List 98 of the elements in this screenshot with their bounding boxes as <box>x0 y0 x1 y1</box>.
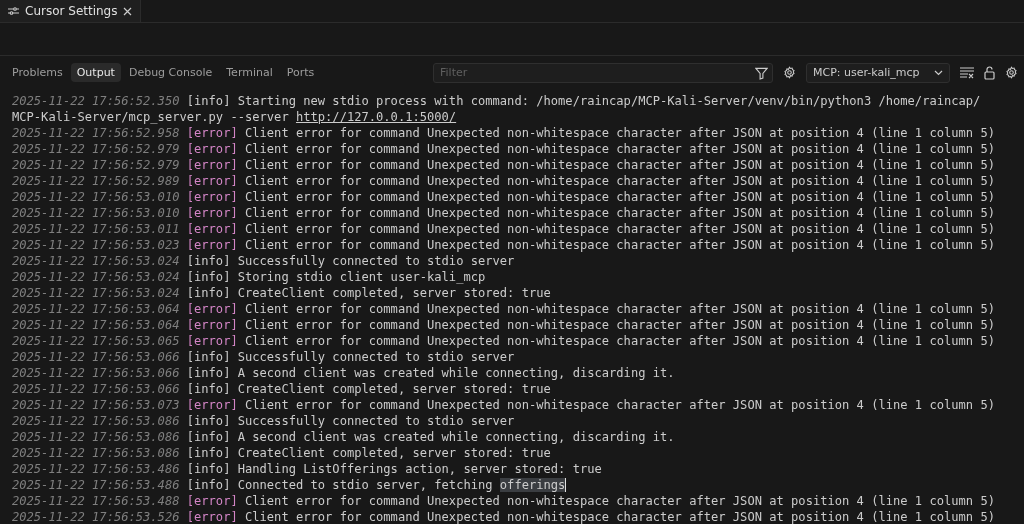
channel-dropdown[interactable]: MCP: user-kali_mcp <box>806 62 950 83</box>
log-message: Successfully connected to stdio server <box>237 414 515 428</box>
log-level: [error] <box>186 318 238 332</box>
log-level: [info] <box>186 286 231 300</box>
log-level: [error] <box>186 158 238 172</box>
log-level: [info] <box>186 270 231 284</box>
unlocked-icon[interactable] <box>984 65 995 80</box>
log-timestamp: 2025-11-22 17:56:53.488 <box>12 494 180 508</box>
selected-text: offerings <box>499 478 566 492</box>
filter-field[interactable]: Filter <box>433 62 773 83</box>
editor-tab[interactable]: Cursor Settings <box>0 0 142 22</box>
log-message: Storing stdio client user-kali_mcp <box>237 270 486 284</box>
log-timestamp: 2025-11-22 17:56:53.066 <box>12 382 180 396</box>
clear-output-icon[interactable] <box>960 66 974 79</box>
panel-tab[interactable]: Problems <box>6 63 69 82</box>
log-timestamp: 2025-11-22 17:56:53.086 <box>12 430 180 444</box>
log-message: Client error for command Unexpected non-whitespace character after JSON at position 4 (line 1 column 5) <box>245 302 995 316</box>
log-message: CreateClient completed, server stored: true <box>237 382 551 396</box>
log-level: [info] <box>186 382 231 396</box>
log-level: [error] <box>186 510 238 524</box>
settings-icon <box>8 6 19 16</box>
log-level: [error] <box>186 142 238 156</box>
log-message: Client error for command Unexpected non-whitespace character after JSON at position 4 (line 1 column 5) <box>245 334 995 348</box>
log-message: Successfully connected to stdio server <box>237 350 515 364</box>
log-level: [error] <box>186 334 238 348</box>
close-icon[interactable] <box>123 6 133 16</box>
log-timestamp: 2025-11-22 17:56:53.066 <box>12 366 180 380</box>
log-message: Client error for command Unexpected non-whitespace character after JSON at position 4 (line 1 column 5) <box>245 510 995 524</box>
chevron-down-icon <box>934 69 943 76</box>
log-timestamp: 2025-11-22 17:56:53.023 <box>12 238 180 252</box>
log-timestamp: 2025-11-22 17:56:53.486 <box>12 462 180 476</box>
log-timestamp: 2025-11-22 17:56:53.010 <box>12 206 180 220</box>
log-level: [error] <box>186 174 238 188</box>
log-timestamp: 2025-11-22 17:56:52.958 <box>12 126 180 140</box>
log-message: Client error for command Unexpected non-whitespace character after JSON at position 4 (line 1 column 5) <box>245 206 995 220</box>
log-timestamp: 2025-11-22 17:56:53.064 <box>12 318 180 332</box>
text-cursor <box>565 478 567 492</box>
log-timestamp: 2025-11-22 17:56:52.979 <box>12 158 180 172</box>
log-message: CreateClient completed, server stored: true <box>237 286 551 300</box>
log-timestamp: 2025-11-22 17:56:53.486 <box>12 478 180 492</box>
log-message: MCP-Kali-Server/mcp_server.py --server <box>12 110 289 124</box>
log-timestamp: 2025-11-22 17:56:53.010 <box>12 190 180 204</box>
log-level: [error] <box>186 302 238 316</box>
panel-tab[interactable]: Ports <box>280 63 321 82</box>
settings-icon[interactable] <box>1005 66 1018 79</box>
log-timestamp: 2025-11-22 17:56:53.024 <box>12 270 180 284</box>
url-link[interactable]: http://127.0.0.1:5000/ <box>295 110 457 124</box>
log-message: Client error for command Unexpected non-whitespace character after JSON at position 4 (line 1 column 5) <box>245 494 995 508</box>
log-level: [info] <box>186 462 231 476</box>
log-timestamp: 2025-11-22 17:56:53.024 <box>12 254 180 268</box>
log-message: Client error for command Unexpected non-whitespace character after JSON at position 4 (line 1 column 5) <box>245 190 995 204</box>
log-timestamp: 2025-11-22 17:56:53.073 <box>12 398 180 412</box>
log-level: [info] <box>186 478 231 492</box>
log-timestamp: 2025-11-22 17:56:53.065 <box>12 334 180 348</box>
log-message: Client error for command Unexpected non-whitespace character after JSON at position 4 (line 1 column 5) <box>245 238 995 252</box>
log-timestamp: 2025-11-22 17:56:53.024 <box>12 286 180 300</box>
log-timestamp: 2025-11-22 17:56:53.526 <box>12 510 180 524</box>
log-message: Client error for command Unexpected non-whitespace character after JSON at position 4 (line 1 column 5) <box>245 318 995 332</box>
log-message: Client error for command Unexpected non-whitespace character after JSON at position 4 (line 1 column 5) <box>245 222 995 236</box>
log-message: Starting new stdio process with command: /home/raincap/MCP-Kali-Server/venv/bin/python3 /home/raincap/ <box>237 94 981 108</box>
log-level: [error] <box>186 126 238 140</box>
log-timestamp: 2025-11-22 17:56:52.979 <box>12 142 180 156</box>
log-message: Client error for command Unexpected non-whitespace character after JSON at position 4 (line 1 column 5) <box>245 126 995 140</box>
log-timestamp: 2025-11-22 17:56:53.086 <box>12 446 180 460</box>
log-message: CreateClient completed, server stored: true <box>237 446 551 460</box>
log-level: [info] <box>186 254 231 268</box>
log-timestamp: 2025-11-22 17:56:53.086 <box>12 414 180 428</box>
log-level: [error] <box>186 238 238 252</box>
log-message: Client error for command Unexpected non-whitespace character after JSON at position 4 (line 1 column 5) <box>245 142 995 156</box>
log-timestamp: 2025-11-22 17:56:52.989 <box>12 174 180 188</box>
log-level: [error] <box>186 206 238 220</box>
settings-icon[interactable] <box>783 66 796 79</box>
log-level: [info] <box>186 94 231 108</box>
log-message: Handling ListOfferings action, server stored: true <box>237 462 602 476</box>
log-message: Client error for command Unexpected non-whitespace character after JSON at position 4 (line 1 column 5) <box>245 398 995 412</box>
panel-tab[interactable]: Debug Console <box>122 63 219 82</box>
log-level: [info] <box>186 350 231 364</box>
log-message: Successfully connected to stdio server <box>237 254 515 268</box>
log-level: [info] <box>186 430 231 444</box>
log-timestamp: 2025-11-22 17:56:53.066 <box>12 350 180 364</box>
log-level: [info] <box>186 446 231 460</box>
log-message: A second client was created while connecting, discarding it. <box>237 366 675 380</box>
log-level: [error] <box>186 190 238 204</box>
log-level: [info] <box>186 366 231 380</box>
log-timestamp: 2025-11-22 17:56:53.011 <box>12 222 180 236</box>
filter-icon[interactable] <box>755 66 768 80</box>
log-message: Connected to stdio server, fetching <box>237 478 493 492</box>
log-level: [error] <box>186 222 238 236</box>
log-level: [info] <box>186 414 231 428</box>
log-message: A second client was created while connecting, discarding it. <box>237 430 675 444</box>
log-level: [error] <box>186 494 238 508</box>
log-timestamp: 2025-11-22 17:56:52.350 <box>12 94 180 108</box>
log-level: [error] <box>186 398 238 412</box>
log-timestamp: 2025-11-22 17:56:53.064 <box>12 302 180 316</box>
panel-tab[interactable]: Terminal <box>220 63 279 82</box>
panel-tab[interactable]: Output <box>70 63 121 82</box>
log-message: Client error for command Unexpected non-whitespace character after JSON at position 4 (line 1 column 5) <box>245 158 995 172</box>
log-message: Client error for command Unexpected non-whitespace character after JSON at position 4 (line 1 column 5) <box>245 174 995 188</box>
